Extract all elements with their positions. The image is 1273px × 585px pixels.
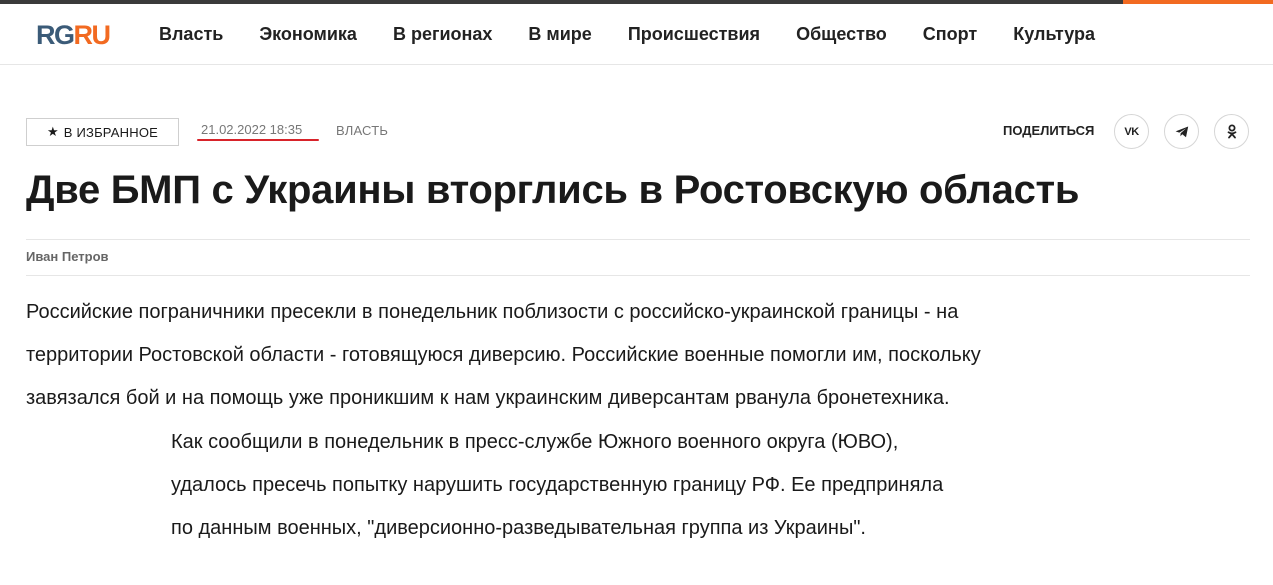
main-nav: Власть Экономика В регионах В мире Проис… (159, 22, 1131, 46)
quote-line: по данным военных, "диверсионно-разведыв… (171, 517, 866, 539)
article-quote: Как сообщили в понедельник в пресс-служб… (171, 421, 1171, 550)
nav-item-incidents[interactable]: Происшествия (628, 22, 760, 46)
share-odnoklassniki-button[interactable] (1214, 114, 1249, 149)
odnoklassniki-icon (1227, 124, 1236, 139)
article-author[interactable]: Иван Петров (26, 249, 109, 264)
telegram-icon (1175, 126, 1188, 137)
divider (26, 239, 1250, 240)
nav-item-sport[interactable]: Спорт (923, 22, 977, 46)
share-label: ПОДЕЛИТЬСЯ (1003, 123, 1095, 138)
quote-line: Как сообщили в понедельник в пресс-служб… (171, 431, 899, 453)
date-highlight-underline (197, 139, 319, 141)
lead-line: Российские пограничники пресекли в понед… (26, 301, 959, 323)
nav-item-regions[interactable]: В регионах (393, 22, 492, 46)
add-to-favorites-button[interactable]: ★ В ИЗБРАННОЕ (26, 118, 179, 146)
logo-rg: RG (36, 20, 75, 50)
quote-line: удалось пресечь попытку нарушить государ… (171, 474, 944, 496)
article-title: Две БМП с Украины вторглись в Ростовскую… (26, 168, 1080, 212)
site-header: RGRU Власть Экономика В регионах В мире … (0, 4, 1273, 65)
rubric-link[interactable]: ВЛАСТЬ (336, 123, 388, 138)
nav-item-culture[interactable]: Культура (1013, 22, 1095, 46)
nav-item-economy[interactable]: Экономика (259, 22, 357, 46)
share-telegram-button[interactable] (1164, 114, 1199, 149)
site-logo[interactable]: RGRU (36, 20, 112, 50)
article-lead: Российские пограничники пресекли в понед… (26, 291, 1226, 420)
lead-line: завязался бой и на помощь уже проникшим … (26, 387, 950, 409)
nav-item-society[interactable]: Общество (796, 22, 887, 46)
favorites-label: В ИЗБРАННОЕ (63, 124, 159, 140)
divider (26, 275, 1250, 276)
publication-date: 21.02.2022 18:35 (201, 122, 303, 137)
logo-ru: RU (73, 20, 112, 50)
share-vk-button[interactable]: VK (1114, 114, 1149, 149)
nav-item-vlast[interactable]: Власть (159, 22, 223, 46)
star-icon: ★ (46, 124, 59, 139)
vk-icon: VK (1124, 125, 1139, 138)
lead-line: территории Ростовской области - готовящу… (26, 344, 981, 366)
nav-item-world[interactable]: В мире (528, 22, 591, 46)
